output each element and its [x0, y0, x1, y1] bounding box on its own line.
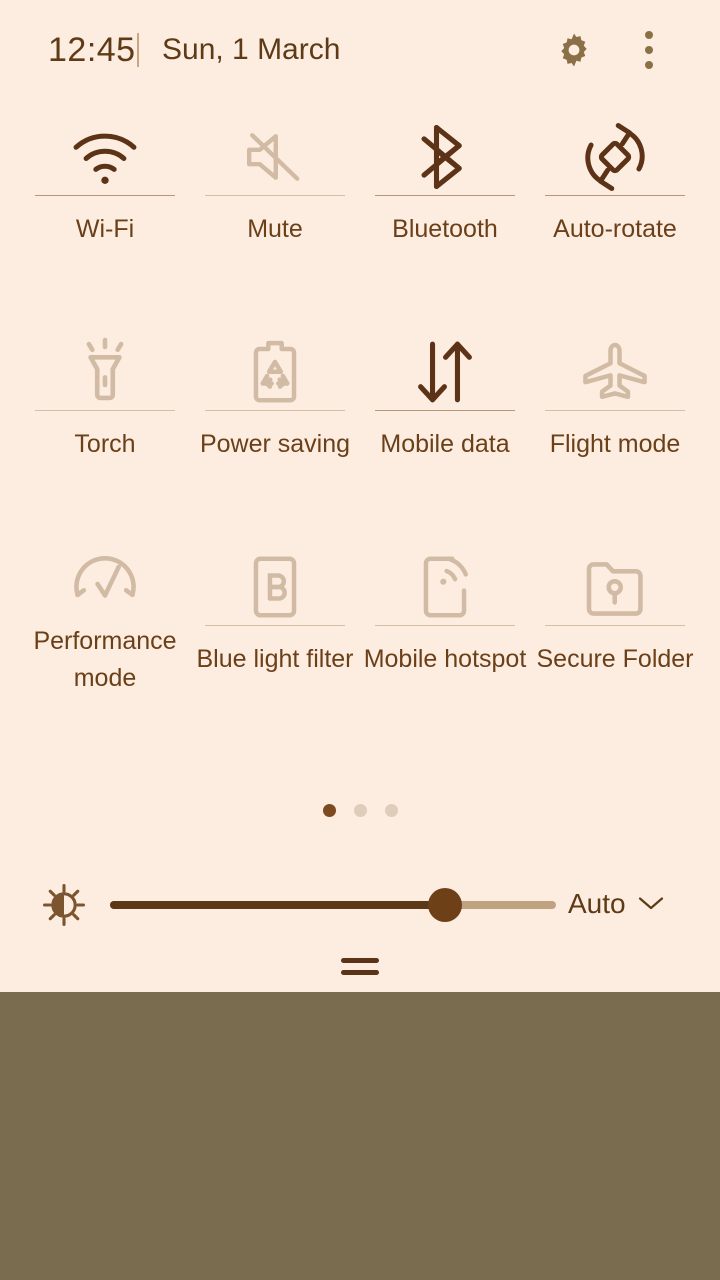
airplane-icon [583, 342, 647, 399]
clock: 12:45 [48, 31, 136, 69]
tile-mobile-data[interactable]: Mobile data [360, 333, 530, 463]
page-dot-1[interactable] [322, 804, 336, 817]
settings-button[interactable] [551, 27, 597, 73]
battery-saver-icon [253, 340, 297, 403]
brightness-slider[interactable] [110, 888, 556, 922]
brightness-slider-fill [110, 901, 445, 909]
header-divider [137, 33, 139, 67]
tile-label: Mobile hotspot [363, 645, 527, 673]
tile-divider [375, 195, 515, 196]
page-indicator[interactable] [0, 804, 720, 817]
tile-torch[interactable]: Torch [20, 333, 190, 463]
tile-divider [545, 625, 685, 626]
tile-divider [205, 410, 345, 411]
tile-divider [545, 195, 685, 196]
tile-performance-mode[interactable]: Performance mode [20, 548, 190, 692]
tile-auto-rotate[interactable]: Auto-rotate [530, 118, 700, 248]
tile-label: Performance mode [33, 627, 177, 692]
wifi-icon [73, 133, 137, 184]
status-header: 12:45 Sun, 1 March [0, 0, 720, 100]
tile-mute[interactable]: Mute [190, 118, 360, 248]
tile-label: Bluetooth [392, 215, 498, 243]
three-dots-vertical-icon [645, 31, 653, 39]
page-dot-2[interactable] [353, 804, 367, 817]
tile-label: Auto-rotate [553, 215, 677, 243]
gear-icon [561, 33, 587, 67]
auto-brightness-expand-button[interactable] [636, 891, 666, 915]
tile-divider [35, 195, 175, 196]
data-transfer-icon [418, 341, 472, 402]
auto-rotate-icon [585, 122, 645, 191]
quick-settings-panel: 12:45 Sun, 1 March Wi-Fi Mute Bluetooth … [0, 0, 720, 992]
chevron-down-icon [638, 897, 664, 910]
tile-divider [545, 410, 685, 411]
tile-label: Mute [247, 215, 303, 243]
tile-blue-light-filter[interactable]: Blue light filter [190, 548, 360, 678]
tile-divider [375, 410, 515, 411]
tile-divider [375, 625, 515, 626]
three-dots-vertical-icon-dot3 [645, 61, 653, 69]
flashlight-icon [86, 337, 124, 400]
brightness-button[interactable] [40, 884, 88, 926]
tile-power-saving[interactable]: Power saving [190, 333, 360, 463]
tile-flight-mode[interactable]: Flight mode [530, 333, 700, 463]
brightness-row: Auto [0, 875, 720, 931]
volume-mute-icon [246, 132, 300, 181]
three-dots-vertical-icon-dot2 [645, 46, 653, 54]
tile-label: Flight mode [549, 430, 681, 458]
tile-secure-folder[interactable]: Secure Folder [530, 548, 700, 678]
drag-handle-icon-bar2 [341, 970, 379, 975]
secure-folder-icon [586, 561, 643, 616]
auto-brightness-label[interactable]: Auto [568, 884, 626, 924]
hotspot-icon [423, 556, 468, 618]
tile-divider [205, 625, 345, 626]
quick-toggle-grid: Wi-Fi Mute Bluetooth Auto-rotate Torch P… [20, 118, 700, 692]
blue-light-icon [253, 556, 297, 618]
wallpaper-area [0, 992, 720, 1280]
tile-label: Blue light filter [196, 645, 354, 673]
tile-mobile-hotspot[interactable]: Mobile hotspot [360, 548, 530, 678]
brightness-slider-thumb[interactable] [427, 888, 462, 922]
date-label: Sun, 1 March [162, 33, 341, 66]
tile-divider [205, 195, 345, 196]
tile-label: Secure Folder [536, 645, 694, 673]
drag-handle-icon [341, 958, 379, 963]
panel-drag-handle[interactable] [0, 958, 720, 975]
bluetooth-icon [421, 124, 462, 189]
gauge-icon [74, 556, 136, 598]
overflow-menu-button[interactable] [628, 27, 670, 73]
tile-label: Mobile data [380, 430, 510, 458]
tile-label: Power saving [199, 430, 351, 458]
tile-divider [35, 410, 175, 411]
brightness-icon [43, 884, 85, 926]
tile-wifi[interactable]: Wi-Fi [20, 118, 190, 248]
page-dot-3[interactable] [384, 804, 398, 817]
tile-bluetooth[interactable]: Bluetooth [360, 118, 530, 248]
tile-label: Torch [74, 430, 136, 458]
tile-label: Wi-Fi [75, 215, 135, 243]
